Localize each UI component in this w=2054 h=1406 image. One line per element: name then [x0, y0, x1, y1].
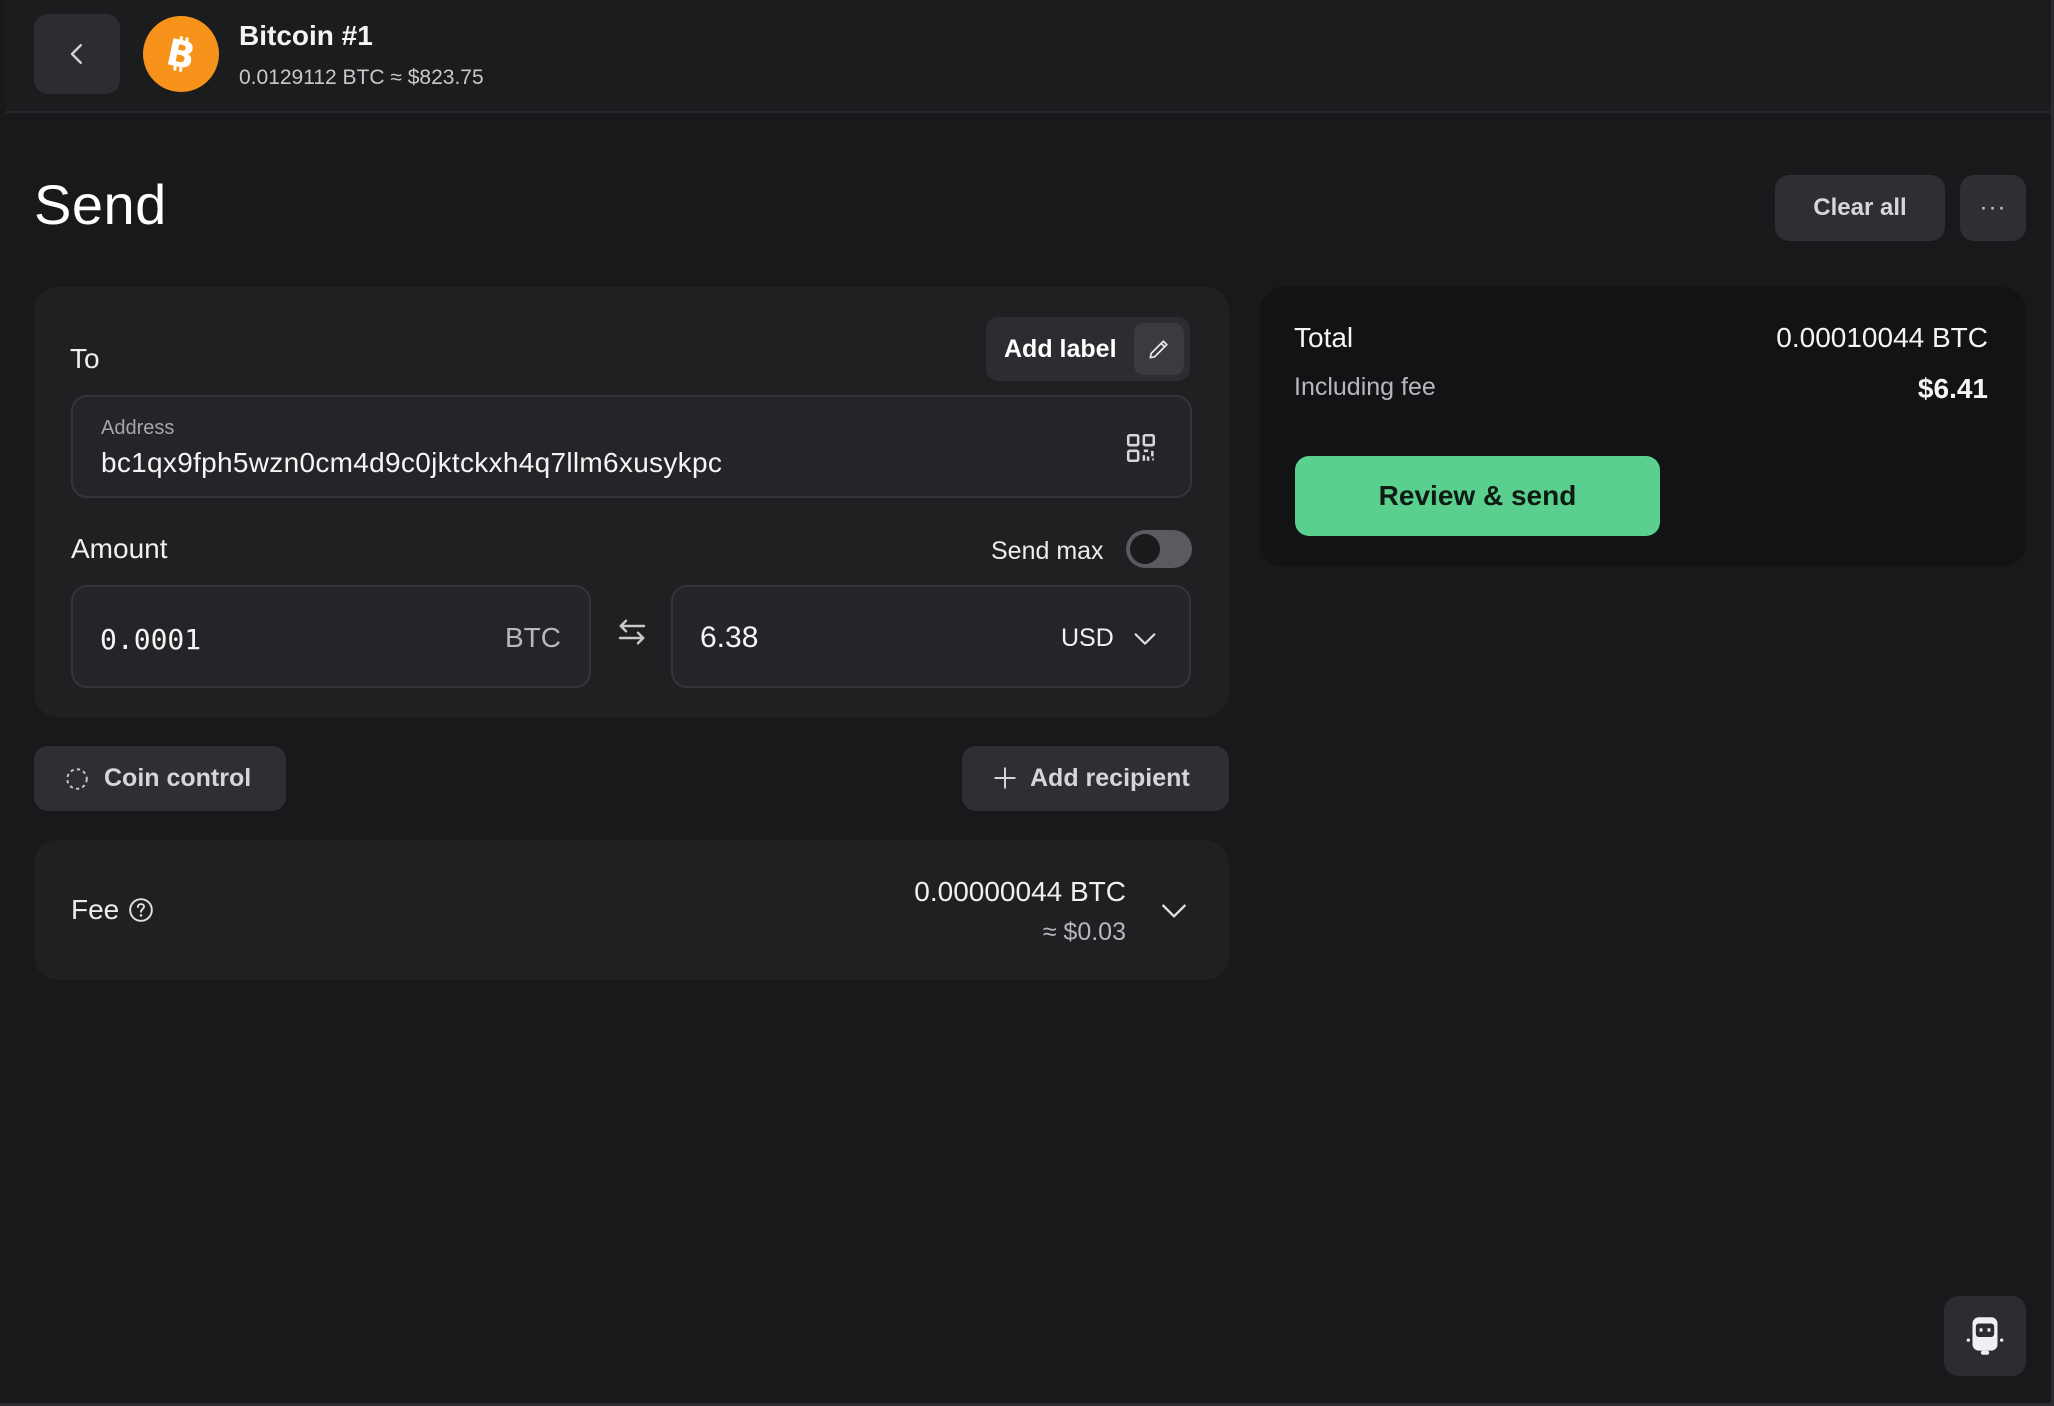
plus-icon [994, 767, 1016, 789]
address-input[interactable]: bc1qx9fph5wzn0cm4d9c0jktckxh4q7llm6xusyk… [101, 447, 722, 479]
total-label: Total [1294, 322, 1354, 353]
chevron-down-icon[interactable] [1131, 625, 1159, 653]
amount-label: Amount [71, 533, 168, 564]
total-btc-amount: 0.00010044 BTC [1776, 322, 1988, 353]
add-recipient-button[interactable]: Add recipient [962, 746, 1229, 811]
fee-card[interactable] [34, 840, 1229, 980]
chevron-left-icon [70, 44, 82, 64]
review-and-send-button[interactable]: Review & send [1295, 456, 1660, 536]
swap-arrows-icon[interactable] [614, 614, 650, 650]
add-label-text: Add label [1004, 335, 1117, 363]
including-fee-label: Including fee [1294, 373, 1436, 401]
account-header: B Bitcoin #1 0.0129112 BTC ≈ $823.75 [5, 0, 2054, 113]
amount-fiat-input[interactable]: 6.38 [700, 621, 758, 655]
support-bot-button[interactable] [1944, 1296, 2026, 1376]
send-max-label: Send max [991, 537, 1104, 565]
coin-control-label: Coin control [104, 764, 252, 792]
amount-btc-field[interactable]: 0.0001 BTC [71, 585, 591, 688]
amount-btc-input[interactable]: 0.0001 [100, 623, 201, 656]
qr-scan-icon[interactable] [1124, 431, 1158, 465]
coin-control-button[interactable]: Coin control [34, 746, 286, 811]
send-screen: B Bitcoin #1 0.0129112 BTC ≈ $823.75 Sen… [0, 0, 2054, 1406]
amount-fiat-field[interactable]: 6.38 USD [671, 585, 1191, 688]
bitcoin-icon: B [143, 16, 219, 92]
help-circle-icon[interactable] [128, 897, 154, 923]
fee-label: Fee [71, 894, 120, 925]
currency-select[interactable]: USD [1061, 624, 1114, 653]
account-name: Bitcoin #1 [239, 20, 373, 51]
total-usd-amount: $6.41 [1917, 373, 1988, 404]
add-label-button[interactable]: Add label [986, 317, 1190, 381]
back-button[interactable] [34, 14, 120, 94]
ellipsis-icon: ··· [1979, 194, 2007, 221]
send-max-toggle[interactable] [1126, 530, 1192, 568]
to-label: To [70, 343, 100, 374]
address-caption: Address [101, 417, 175, 439]
more-options-button[interactable]: ··· [1960, 175, 2026, 241]
coin-control-icon [66, 768, 88, 790]
amount-btc-unit: BTC [505, 622, 561, 653]
clear-all-button[interactable]: Clear all [1775, 175, 1945, 241]
robot-icon [1966, 1317, 2004, 1355]
add-recipient-label: Add recipient [1030, 764, 1190, 792]
toggle-knob [1130, 534, 1160, 564]
fee-btc-amount: 0.00000044 BTC [914, 876, 1126, 907]
address-field[interactable]: Address bc1qx9fph5wzn0cm4d9c0jktckxh4q7l… [71, 395, 1192, 498]
page-title: Send [34, 173, 167, 236]
account-balance: 0.0129112 BTC ≈ $823.75 [239, 66, 484, 89]
fee-usd-amount: ≈ $0.03 [1042, 918, 1126, 946]
pencil-icon [1134, 323, 1184, 375]
chevron-down-icon[interactable] [1158, 895, 1190, 927]
